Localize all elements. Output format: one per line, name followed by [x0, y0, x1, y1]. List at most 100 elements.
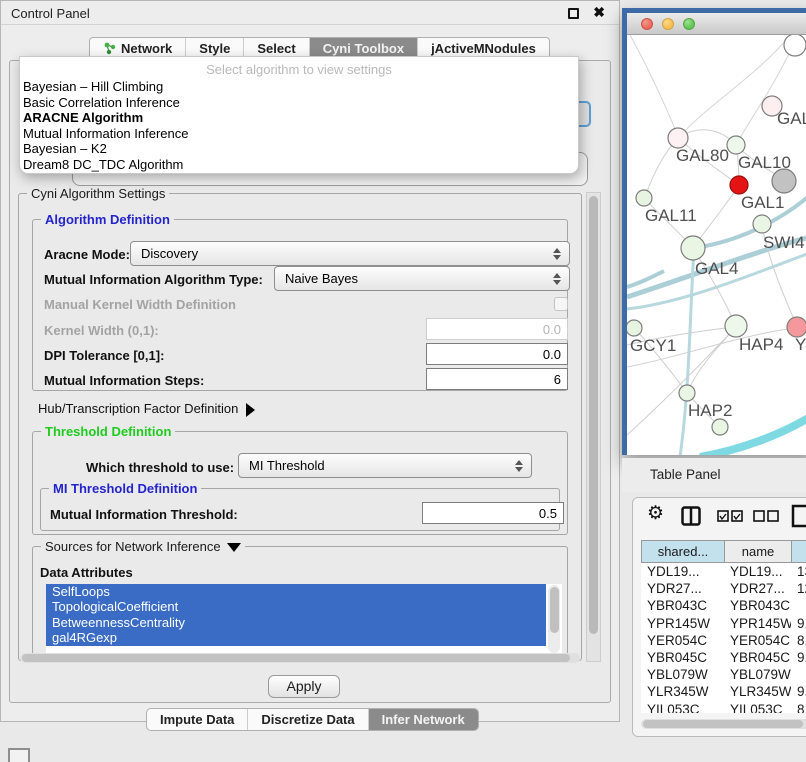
network-view-window: GALGAL80GAL10GAL1GAL11SWI4GAL4GCY1HAP4YH… [622, 8, 806, 455]
network-node[interactable] [772, 169, 796, 193]
aracne-mode-label: Aracne Mode: [44, 247, 130, 262]
algorithm-option[interactable]: Bayesian – K2 [20, 141, 578, 157]
network-node[interactable] [784, 35, 806, 56]
table-cell: 9. [791, 615, 806, 632]
node-label: Y [795, 335, 806, 354]
node-label: GAL [777, 109, 806, 128]
minimize-traffic-light-icon[interactable] [662, 18, 674, 30]
network-node-gal11[interactable] [636, 190, 652, 206]
data-attributes-list: SelfLoopsTopologicalCoefficientBetweenne… [46, 584, 562, 654]
algorithm-option[interactable]: Mutual Information Inference [20, 126, 578, 142]
data-attribute-item[interactable]: gal4RGexp [46, 630, 546, 645]
column-header-a[interactable]: A [791, 541, 806, 562]
checked-pair-icon[interactable] [717, 510, 743, 522]
settings-hscrollbar[interactable] [20, 653, 580, 663]
table-row[interactable]: YBR043CYBR043C [641, 597, 806, 614]
sources-legend[interactable]: Sources for Network Inference [41, 539, 245, 554]
table-row[interactable]: YBL079WYBL079W [641, 666, 806, 683]
network-edge [680, 35, 792, 136]
data-attribute-item[interactable]: SelfLoops [46, 584, 546, 599]
network-node-gal4[interactable] [681, 236, 705, 260]
bottom-tab-impute-data[interactable]: Impute Data [147, 709, 248, 730]
table-cell: YBR043C [641, 597, 724, 614]
tab-label: Cyni Toolbox [323, 41, 404, 56]
threshold-definition-legend: Threshold Definition [41, 424, 175, 439]
split-columns-icon[interactable] [681, 506, 701, 526]
mi-threshold-field[interactable] [422, 502, 564, 524]
table-body: YDL19...YDL19...13YDR27...YDR27...12YBR0… [641, 563, 806, 713]
table-row[interactable]: YIL053CYIL053C8. [641, 701, 806, 714]
algorithm-option[interactable]: Dream8 DC_TDC Algorithm [20, 157, 578, 173]
which-threshold-select[interactable]: MI Threshold [238, 453, 532, 478]
gear-icon[interactable]: ⚙ [647, 502, 664, 525]
network-node-gal10[interactable] [727, 136, 745, 154]
table-cell: YBL079W [641, 666, 724, 683]
tab-label: jActiveMNodules [431, 41, 536, 56]
mi-steps-label: Mutual Information Steps: [44, 373, 204, 388]
table-row[interactable]: YDL19...YDL19...13 [641, 563, 806, 580]
settings-vscrollbar[interactable] [586, 192, 601, 662]
network-node-gal1[interactable] [730, 176, 748, 194]
table-row[interactable]: YLR345WYLR345W9. [641, 683, 806, 700]
table-cell: YLR345W [641, 683, 724, 700]
table-header-row: shared...nameA [641, 540, 806, 563]
hub-definition-expander[interactable]: Hub/Transcription Factor Definition [38, 401, 255, 417]
data-attribute-item[interactable]: BetweennessCentrality [46, 615, 546, 630]
table-cell: YDL19... [641, 563, 724, 580]
network-node-y[interactable] [787, 317, 806, 337]
table-cell: 8. [791, 632, 806, 649]
table-cell: 9. [791, 683, 806, 700]
table-row[interactable]: YBR045CYBR045C9. [641, 649, 806, 666]
network-node-hap4[interactable] [725, 315, 747, 337]
algorithm-option[interactable]: Bayesian – Hill Climbing [20, 79, 578, 95]
mi-type-select[interactable]: Naive Bayes [274, 266, 570, 291]
table-cell: YBR045C [641, 649, 724, 666]
table-row[interactable]: YER054CYER054C8. [641, 632, 806, 649]
table-panel: ⚙ shared...nameA YDL19...YDL19...13YDR27… [632, 497, 806, 737]
network-node-gcy1[interactable] [627, 320, 642, 336]
network-node-swi4[interactable] [753, 215, 771, 233]
node-label: HAP2 [688, 401, 732, 420]
column-header-shared-[interactable]: shared... [641, 541, 724, 562]
data-attribute-item[interactable]: TopologicalCoefficient [46, 599, 546, 614]
tab-label: Network [121, 41, 172, 56]
table-cell: 12 [791, 580, 806, 597]
node-label: GAL1 [741, 193, 784, 212]
node-label: GAL80 [676, 146, 729, 165]
table-cell [791, 597, 806, 614]
table-hscrollbar[interactable] [641, 719, 806, 729]
unchecked-pair-icon[interactable] [753, 510, 779, 522]
network-edge [695, 187, 738, 245]
network-node-gal80[interactable] [668, 128, 688, 148]
minimized-window-fragment[interactable] [8, 748, 30, 762]
apply-button[interactable]: Apply [268, 675, 340, 698]
algorithm-popup-list: Bayesian – Hill ClimbingBasic Correlatio… [20, 79, 578, 172]
algorithm-popup: Select algorithm to view settings Bayesi… [19, 56, 579, 174]
dpi-tolerance-field[interactable] [426, 343, 568, 365]
algorithm-option[interactable]: Basic Correlation Inference [20, 95, 578, 111]
float-icon[interactable] [568, 8, 579, 19]
aracne-mode-select[interactable]: Discovery [130, 241, 570, 266]
table-cell: 13 [791, 563, 806, 580]
algorithm-option[interactable]: ARACNE Algorithm [20, 110, 578, 126]
network-edge [630, 35, 678, 136]
hub-definition-label: Hub/Transcription Factor Definition [38, 401, 238, 416]
control-panel-window: Control Panel ✖ NetworkStyleSelectCyni T… [0, 0, 620, 722]
attributes-scrollbar[interactable] [548, 585, 560, 653]
network-titlebar[interactable] [627, 13, 806, 35]
which-threshold-label: Which threshold to use: [86, 460, 234, 475]
mi-steps-field[interactable] [426, 368, 568, 390]
close-icon[interactable]: ✖ [593, 4, 605, 21]
network-node-hap2[interactable] [679, 385, 695, 401]
table-row[interactable]: YDR27...YDR27...12 [641, 580, 806, 597]
app-root: Control Panel ✖ NetworkStyleSelectCyni T… [0, 0, 806, 762]
network-node[interactable] [712, 419, 728, 435]
document-icon[interactable] [791, 504, 806, 528]
close-traffic-light-icon[interactable] [641, 18, 653, 30]
bottom-tab-infer-network[interactable]: Infer Network [369, 709, 478, 730]
column-header-name[interactable]: name [724, 541, 791, 562]
zoom-traffic-light-icon[interactable] [683, 18, 695, 30]
bottom-tab-discretize-data[interactable]: Discretize Data [248, 709, 368, 730]
tab-label: Select [257, 41, 295, 56]
table-row[interactable]: YPR145WYPR145W9. [641, 615, 806, 632]
